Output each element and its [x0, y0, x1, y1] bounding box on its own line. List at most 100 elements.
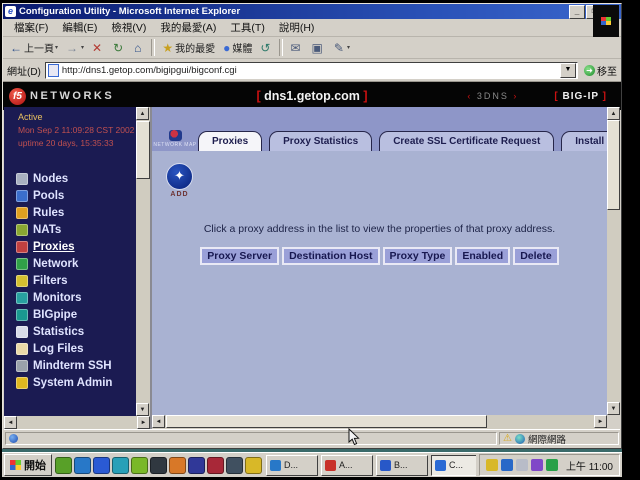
- start-button[interactable]: 開始: [4, 454, 52, 476]
- table-header-button[interactable]: Destination Host: [282, 247, 379, 265]
- sidebar-item-icon: [16, 326, 28, 338]
- toolbar-button[interactable]: ↺: [256, 39, 276, 57]
- page-icon: [48, 64, 59, 77]
- sidebar-item[interactable]: Log Files: [4, 340, 136, 357]
- table-header-button[interactable]: Proxy Type: [383, 247, 453, 265]
- menu-item[interactable]: 檢視(V): [104, 20, 153, 35]
- menu-item[interactable]: 編輯(E): [55, 20, 104, 35]
- sidebar-item[interactable]: Mindterm SSH: [4, 357, 136, 374]
- menu-item[interactable]: 檔案(F): [7, 20, 55, 35]
- sidebar-item-label: Filters: [33, 275, 68, 287]
- sidebar-vertical-scrollbar[interactable]: ▲ ▼: [136, 107, 150, 416]
- quick-launch-icon[interactable]: [93, 457, 110, 474]
- link-3dns[interactable]: ‹ 3DNS ›: [467, 91, 518, 101]
- main-horizontal-scrollbar[interactable]: ◄ ►: [152, 415, 607, 429]
- toolbar-button[interactable]: ✉: [286, 39, 307, 57]
- toolbar-icon: ★: [162, 41, 173, 55]
- sidebar-item[interactable]: NATs: [4, 221, 136, 238]
- task-button[interactable]: A...: [321, 455, 373, 476]
- sidebar-item[interactable]: Filters: [4, 272, 136, 289]
- sidebar-item[interactable]: Monitors: [4, 289, 136, 306]
- sidebar-item-label: Proxies: [33, 241, 75, 253]
- scroll-left-icon[interactable]: ◄: [4, 416, 17, 429]
- task-button[interactable]: D...: [266, 455, 318, 476]
- tab[interactable]: Proxy Statistics: [269, 131, 372, 151]
- title-bar[interactable]: e Configuration Utility - Microsoft Inte…: [3, 4, 621, 19]
- sidebar-item[interactable]: Pools: [4, 187, 136, 204]
- toolbar-button[interactable]: → ▾: [62, 39, 88, 57]
- task-button[interactable]: C...: [431, 455, 476, 476]
- go-button[interactable]: ➜ 移至: [584, 63, 617, 78]
- quick-launch-icon[interactable]: [245, 457, 262, 474]
- main-vertical-scrollbar[interactable]: ▲ ▼: [607, 107, 620, 415]
- address-dropdown-button[interactable]: ▼: [560, 63, 576, 78]
- status-state: Active: [18, 112, 136, 122]
- scroll-down-icon[interactable]: ▼: [136, 403, 149, 416]
- windows-flag-icon: [10, 460, 21, 470]
- scroll-down-icon[interactable]: ▼: [607, 402, 620, 415]
- quick-launch-icon[interactable]: [169, 457, 186, 474]
- quick-launch-icon[interactable]: [74, 457, 91, 474]
- scroll-up-icon[interactable]: ▲: [607, 107, 620, 120]
- table-header-button[interactable]: Enabled: [455, 247, 510, 265]
- menu-item[interactable]: 說明(H): [272, 20, 322, 35]
- chevron-down-icon[interactable]: ▾: [81, 44, 84, 51]
- sidebar-item[interactable]: Network: [4, 255, 136, 272]
- menu-item[interactable]: 工具(T): [223, 20, 271, 35]
- toolbar-button[interactable]: ⌂: [130, 39, 148, 57]
- tray-icon[interactable]: [546, 459, 558, 471]
- status-zone-segment: ⚠ 網際網路: [499, 432, 619, 445]
- tab[interactable]: Proxies: [198, 131, 262, 151]
- toolbar-button[interactable]: ← 上一頁 ▾: [6, 39, 62, 57]
- network-map-button[interactable]: NETWORK MAP: [152, 130, 198, 148]
- quick-launch-icon[interactable]: [226, 457, 243, 474]
- chevron-down-icon[interactable]: ▾: [55, 44, 58, 51]
- tray-icon[interactable]: [531, 459, 543, 471]
- instruction-text: Click a proxy address in the list to vie…: [152, 223, 607, 235]
- quick-launch-icon[interactable]: [112, 457, 129, 474]
- address-input[interactable]: [62, 65, 560, 76]
- add-button[interactable]: ✦ ADD: [166, 163, 193, 198]
- task-button[interactable]: B...: [376, 455, 428, 476]
- scrollbar-thumb[interactable]: [607, 120, 620, 210]
- sidebar-item[interactable]: BIGpipe: [4, 306, 136, 323]
- link-bigip[interactable]: [ BIG-IP ]: [554, 91, 607, 102]
- menu-item[interactable]: 我的最愛(A): [153, 20, 223, 35]
- sidebar-item[interactable]: Statistics: [4, 323, 136, 340]
- tray-icon[interactable]: [516, 459, 528, 471]
- tray-icon[interactable]: [486, 459, 498, 471]
- quick-launch-icon[interactable]: [131, 457, 148, 474]
- sidebar-item[interactable]: Nodes: [4, 170, 136, 187]
- toolbar-button[interactable]: ↻: [109, 39, 130, 57]
- scrollbar-thumb[interactable]: [136, 121, 150, 179]
- scroll-left-icon[interactable]: ◄: [152, 415, 165, 428]
- toolbar-button[interactable]: ▣: [308, 39, 330, 57]
- sidebar-horizontal-scrollbar[interactable]: ◄ ►: [4, 416, 150, 429]
- scroll-right-icon[interactable]: ►: [594, 415, 607, 428]
- go-arrow-icon: ➜: [584, 65, 595, 76]
- main-frame: NETWORK MAP Proxies Proxy Statistics: [150, 107, 620, 429]
- add-label: ADD: [166, 191, 193, 198]
- sidebar-item[interactable]: Proxies: [4, 238, 136, 255]
- tray-icon[interactable]: [501, 459, 513, 471]
- minimize-button[interactable]: _: [569, 5, 585, 19]
- toolbar-button[interactable]: ✕: [88, 39, 109, 57]
- table-header-button[interactable]: Proxy Server: [200, 247, 279, 265]
- toolbar-button[interactable]: ★ 我的最愛: [158, 39, 219, 57]
- quick-launch-icon[interactable]: [55, 457, 72, 474]
- sidebar-item[interactable]: Rules: [4, 204, 136, 221]
- quick-launch-icon[interactable]: [207, 457, 224, 474]
- tab[interactable]: Create SSL Certificate Request: [379, 131, 554, 151]
- sidebar-item[interactable]: System Admin: [4, 374, 136, 391]
- quick-launch-icon[interactable]: [188, 457, 205, 474]
- scroll-up-icon[interactable]: ▲: [136, 107, 149, 120]
- toolbar-button[interactable]: ✎ ▾: [330, 39, 354, 57]
- quick-launch-icon[interactable]: [150, 457, 167, 474]
- toolbar-button[interactable]: ● 媒體: [219, 39, 256, 57]
- chevron-down-icon[interactable]: ▾: [347, 44, 350, 51]
- add-plus-icon[interactable]: ✦: [166, 163, 193, 190]
- scrollbar-thumb[interactable]: [166, 415, 487, 428]
- table-header-button[interactable]: Delete: [513, 247, 559, 265]
- tab[interactable]: Install SSL Certifi: [561, 131, 607, 151]
- scroll-right-icon[interactable]: ►: [137, 416, 150, 429]
